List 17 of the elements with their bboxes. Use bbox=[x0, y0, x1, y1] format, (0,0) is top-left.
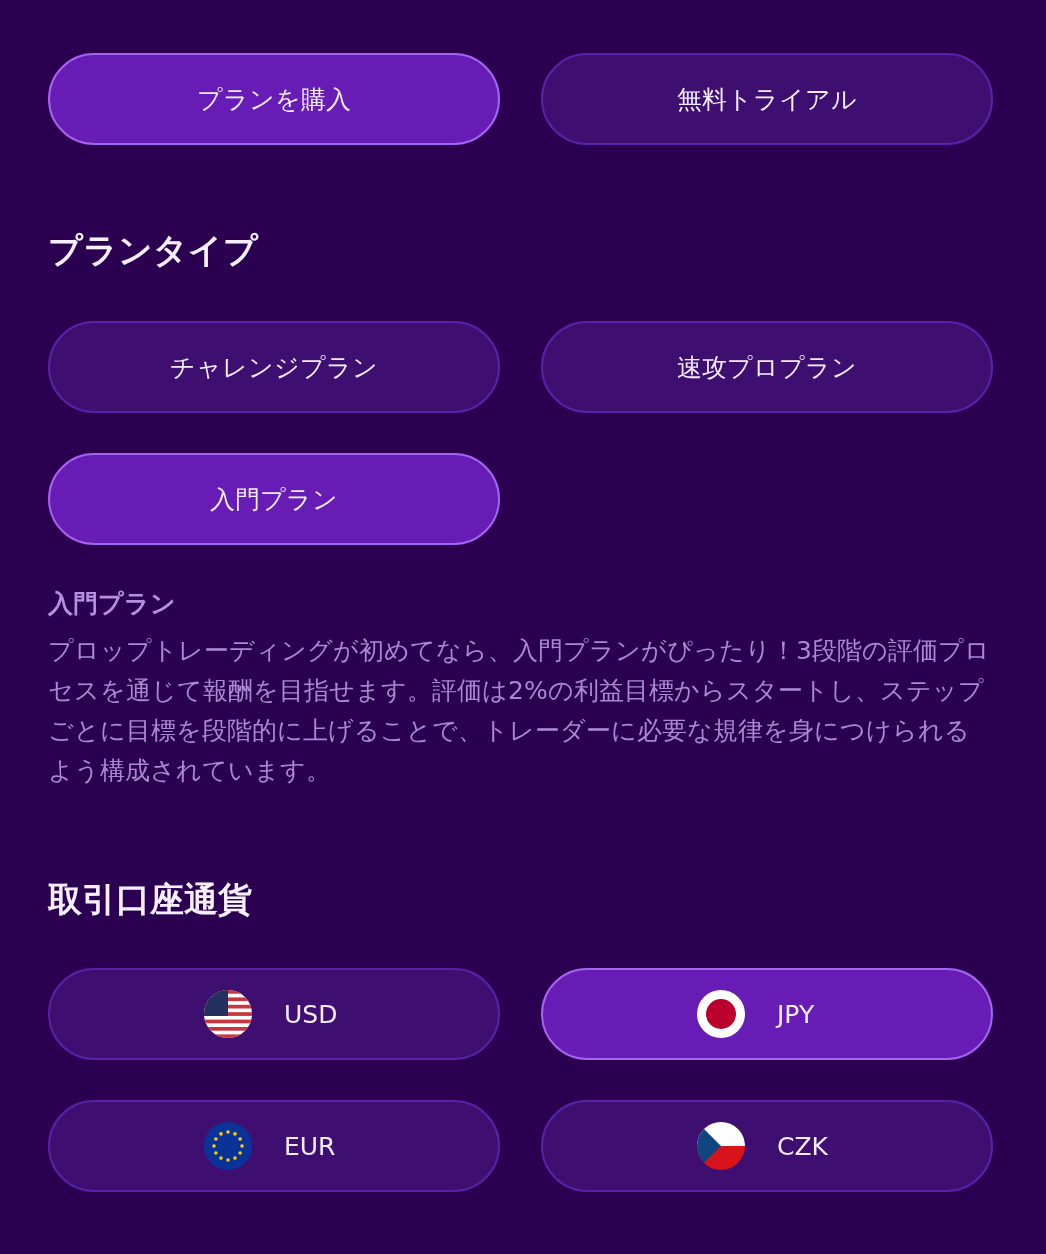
currency-option[interactable]: CZK bbox=[541, 1100, 993, 1192]
currency-option[interactable]: JPY bbox=[541, 968, 993, 1060]
plan-description: プロップトレーディングが初めてなら、入門プランがぴったり！3段階の評価プロセスを通じて報酬を目指せます。評価は2%の利益目標からスタートし、ステップごとに目標を段階的に上げることで、トレーダーに必要な規律を身につけられるよう構成されています。 bbox=[48, 635, 991, 787]
plan-description-title: 入門プラン bbox=[48, 589, 177, 619]
flag-icon bbox=[204, 1122, 252, 1170]
flag-icon bbox=[204, 990, 252, 1038]
flag-icon bbox=[697, 1122, 745, 1170]
free-trial-button[interactable]: 無料トライアル bbox=[541, 53, 993, 145]
plan-option[interactable]: 速攻プロプラン bbox=[541, 321, 993, 413]
section-heading: 取引口座通貨 bbox=[48, 879, 253, 919]
currency-option[interactable]: USD bbox=[48, 968, 500, 1060]
flag-icon bbox=[697, 990, 745, 1038]
buy-plan-button[interactable]: プランを購入 bbox=[48, 53, 500, 145]
currency-option[interactable]: EUR bbox=[48, 1100, 500, 1192]
section-heading: プランタイプ bbox=[48, 230, 260, 270]
plan-option[interactable]: 入門プラン bbox=[48, 453, 500, 545]
plan-option[interactable]: チャレンジプラン bbox=[48, 321, 500, 413]
